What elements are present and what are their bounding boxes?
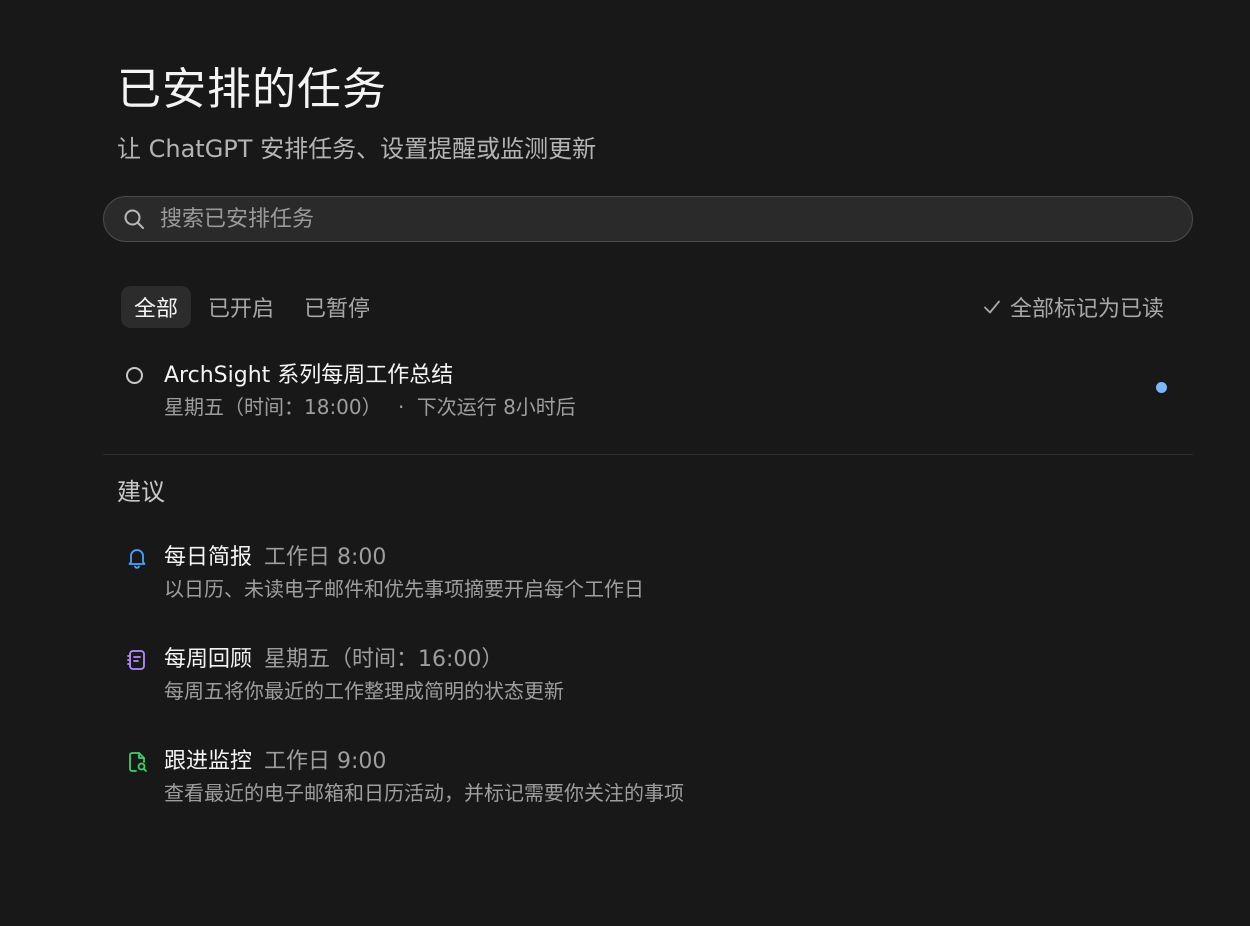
mark-all-read-label: 全部标记为已读	[1009, 297, 1164, 322]
task-status-circle-icon[interactable]	[126, 367, 143, 384]
suggestion-name: 每周回顾	[164, 647, 253, 672]
task-next-run: 下次运行 8小时后	[416, 395, 576, 419]
suggestion-daily-briefing[interactable]: 每日简报 工作日 8:00 以日历、未读电子邮件和优先事项摘要开启每个工作日	[103, 542, 1193, 612]
suggestion-weekly-review[interactable]: 每周回顾 星期五（时间：16:00） 每周五将你最近的工作整理成简明的状态更新	[103, 644, 1193, 714]
notes-icon	[125, 648, 149, 672]
task-title: ArchSight 系列每周工作总结	[164, 363, 454, 388]
mark-all-read-button[interactable]: 全部标记为已读	[982, 286, 1164, 328]
task-row[interactable]: ArchSight 系列每周工作总结 星期五（时间：18:00） · 下次运行 …	[103, 358, 1193, 428]
search-icon	[122, 207, 146, 231]
search-input[interactable]	[160, 206, 1192, 232]
suggestions-heading: 建议	[117, 478, 165, 506]
suggestion-schedule: 星期五（时间：16:00）	[264, 647, 504, 672]
divider	[103, 454, 1193, 455]
suggestion-description: 以日历、未读电子邮件和优先事项摘要开启每个工作日	[164, 577, 644, 601]
tab-paused[interactable]: 已暂停	[291, 286, 383, 328]
unread-indicator	[1156, 382, 1167, 393]
suggestion-description: 查看最近的电子邮箱和日历活动，并标记需要你关注的事项	[164, 781, 684, 805]
task-meta-separator: ·	[398, 395, 405, 419]
checkmark-icon	[982, 297, 1002, 317]
search-bar[interactable]	[103, 196, 1193, 242]
scheduled-tasks-page: 已安排的任务 让 ChatGPT 安排任务、设置提醒或监测更新 全部 已开启 已…	[0, 0, 1250, 926]
suggestion-schedule: 工作日 8:00	[264, 545, 387, 570]
task-schedule: 星期五（时间：18:00）	[164, 395, 382, 419]
document-search-icon	[125, 750, 149, 774]
tab-all[interactable]: 全部	[121, 286, 192, 328]
filter-tabs: 全部 已开启 已暂停	[121, 286, 383, 328]
suggestion-name: 每日简报	[164, 545, 253, 570]
bell-icon	[125, 546, 149, 570]
suggestion-name: 跟进监控	[164, 749, 253, 774]
tab-enabled[interactable]: 已开启	[195, 286, 287, 328]
page-subtitle: 让 ChatGPT 安排任务、设置提醒或监测更新	[117, 135, 597, 163]
suggestion-schedule: 工作日 9:00	[264, 749, 387, 774]
task-meta: 星期五（时间：18:00） · 下次运行 8小时后	[164, 392, 576, 422]
suggestion-description: 每周五将你最近的工作整理成简明的状态更新	[164, 679, 564, 703]
page-title: 已安排的任务	[117, 64, 387, 115]
suggestion-follow-up-monitor[interactable]: 跟进监控 工作日 9:00 查看最近的电子邮箱和日历活动，并标记需要你关注的事项	[103, 746, 1193, 816]
